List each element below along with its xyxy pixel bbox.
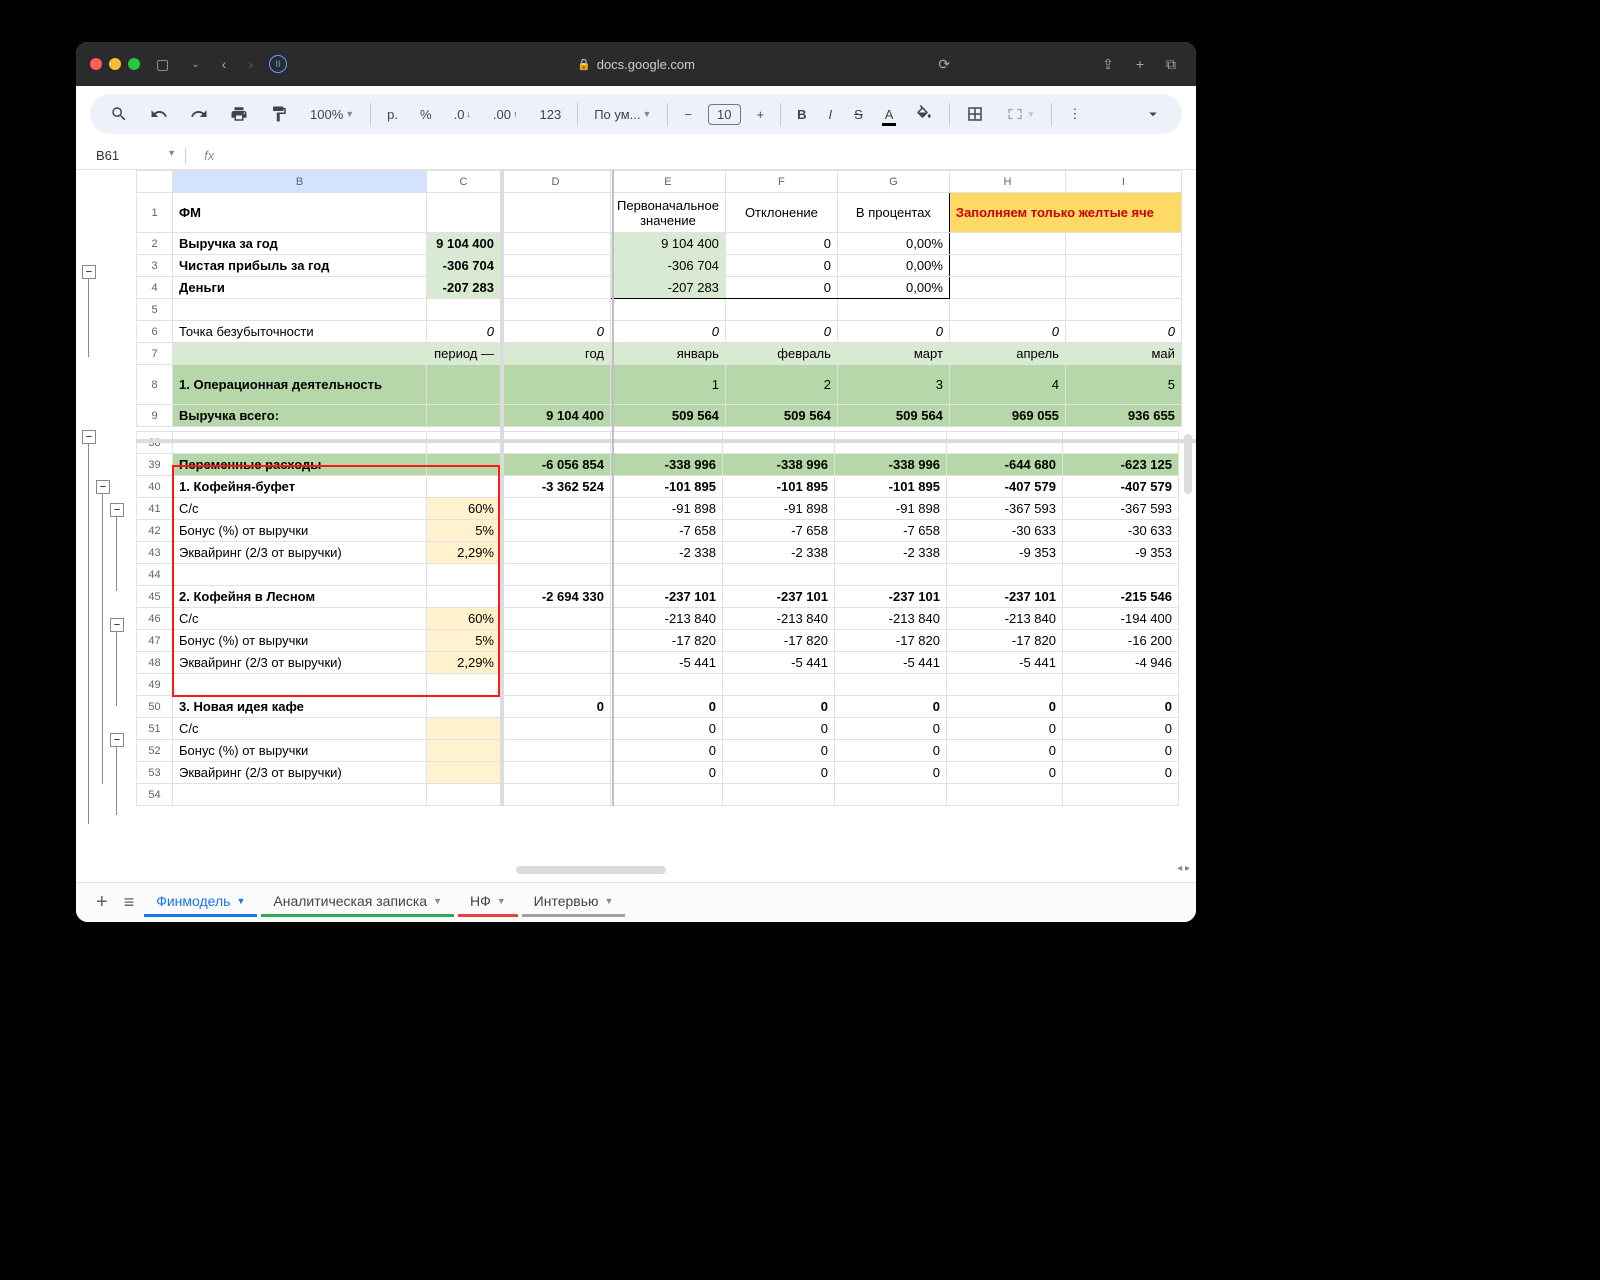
tab-interview[interactable]: Интервью▼ <box>522 885 626 920</box>
row-49[interactable]: 49 <box>137 674 1179 696</box>
share-icon[interactable]: ⇪ <box>1096 56 1120 73</box>
row-42[interactable]: 42Бонус (%) от выручки5%-7 658-7 658-7 6… <box>137 520 1179 542</box>
redo-button[interactable] <box>184 101 214 127</box>
row-6[interactable]: 6Точка безубыточности0000000 <box>137 321 1182 343</box>
row-group-split <box>136 439 1196 443</box>
add-sheet-button[interactable]: + <box>90 887 114 918</box>
row-51[interactable]: 51С/с00000 <box>137 718 1179 740</box>
row-4[interactable]: 4Деньги-207 283-207 28300,00% <box>137 277 1182 299</box>
increase-font-button[interactable]: + <box>751 103 771 126</box>
vertical-scrollbar[interactable] <box>1184 434 1192 494</box>
fill-color-button[interactable] <box>909 101 939 127</box>
maximize-window-button[interactable] <box>128 58 140 70</box>
lock-icon: 🔒 <box>577 58 591 71</box>
more-button[interactable]: ⋮ <box>1062 102 1087 126</box>
browser-titlebar: ▢ ⌄ ‹ › II 🔒 docs.google.com ⟳ ⇪ + ⧉ <box>76 42 1196 86</box>
row-54[interactable]: 54 <box>137 784 1179 806</box>
outline-toggle[interactable]: − <box>82 265 96 279</box>
tab-finmodel[interactable]: Финмодель▼ <box>144 885 257 920</box>
forward-button[interactable]: › <box>242 56 259 72</box>
freeze-line-vertical[interactable] <box>500 170 504 806</box>
browser-window: ▢ ⌄ ‹ › II 🔒 docs.google.com ⟳ ⇪ + ⧉ 100… <box>76 42 1196 922</box>
zoom-dropdown[interactable]: 100% ▼ <box>304 103 360 126</box>
increase-decimal-button[interactable]: .00↑ <box>487 103 524 126</box>
grid[interactable]: BCDEFGHI 1 ФМ Первоначальное значение От… <box>136 170 1196 806</box>
row-5[interactable]: 5 <box>137 299 1182 321</box>
row-48[interactable]: 48Эквайринг (2/3 от выручки)2,29%-5 441-… <box>137 652 1179 674</box>
outline-toggle[interactable]: − <box>110 503 124 517</box>
scroll-arrows[interactable]: ◂ ▸ <box>1177 863 1190 874</box>
row-53[interactable]: 53Эквайринг (2/3 от выручки)00000 <box>137 762 1179 784</box>
row-40[interactable]: 401. Кофейня-буфет-3 362 524-101 895-101… <box>137 476 1179 498</box>
italic-button[interactable]: I <box>822 103 838 126</box>
address-bar[interactable]: 🔒 docs.google.com <box>577 57 695 72</box>
font-size-input[interactable]: 10 <box>708 104 740 125</box>
search-button[interactable] <box>104 101 134 127</box>
column-split <box>612 170 614 806</box>
row-3[interactable]: 3Чистая прибыль за год-306 704-306 70400… <box>137 255 1182 277</box>
window-controls <box>90 58 140 70</box>
percent-button[interactable]: % <box>414 103 438 126</box>
row-43[interactable]: 43Эквайринг (2/3 от выручки)2,29%-2 338-… <box>137 542 1179 564</box>
row-7[interactable]: 7период —годянварьфевральмартапрельмай <box>137 343 1182 365</box>
url-text: docs.google.com <box>597 57 695 72</box>
chevron-down-icon[interactable]: ⌄ <box>185 59 205 70</box>
bold-button[interactable]: B <box>791 103 812 126</box>
shield-icon[interactable]: II <box>269 55 287 73</box>
name-box[interactable]: B61 ▼ <box>90 146 182 165</box>
row-8[interactable]: 81. Операционная деятельность12345 <box>137 365 1182 405</box>
tab-analytical-note[interactable]: Аналитическая записка▼ <box>261 885 454 920</box>
number-format-button[interactable]: 123 <box>534 103 568 126</box>
formula-bar-row: B61 ▼ │ fx <box>76 142 1196 170</box>
fx-label: fx <box>204 148 214 163</box>
decrease-decimal-button[interactable]: .0↓ <box>448 103 477 126</box>
outline-toggle[interactable]: − <box>96 480 110 494</box>
row-50[interactable]: 503. Новая идея кафе000000 <box>137 696 1179 718</box>
sidebar-toggle-icon[interactable]: ▢ <box>150 56 175 73</box>
strikethrough-button[interactable]: S <box>848 103 869 126</box>
row-52[interactable]: 52Бонус (%) от выручки00000 <box>137 740 1179 762</box>
collapse-toolbar-button[interactable] <box>1138 101 1168 127</box>
tab-nf[interactable]: НФ▼ <box>458 885 518 920</box>
sheets-toolbar-wrap: 100% ▼ р. % .0↓ .00↑ 123 По ум... ▼ − 10… <box>76 86 1196 142</box>
tabs-overview-icon[interactable]: ⧉ <box>1160 56 1182 73</box>
row-44[interactable]: 44 <box>137 564 1179 586</box>
outline-toggle[interactable]: − <box>110 733 124 747</box>
row-9[interactable]: 9Выручка всего:9 104 400509 564509 56450… <box>137 405 1182 427</box>
column-headers[interactable]: BCDEFGHI <box>137 171 1182 193</box>
currency-button[interactable]: р. <box>381 103 404 126</box>
back-button[interactable]: ‹ <box>216 56 233 72</box>
row-1[interactable]: 1 ФМ Первоначальное значение Отклонение … <box>137 193 1182 233</box>
minimize-window-button[interactable] <box>109 58 121 70</box>
reload-button[interactable]: ⟳ <box>932 56 956 73</box>
row-39[interactable]: 39Переменные расходы-6 056 854-338 996-3… <box>137 454 1179 476</box>
horizontal-scrollbar[interactable] <box>516 866 666 874</box>
close-window-button[interactable] <box>90 58 102 70</box>
font-family-dropdown[interactable]: По ум... ▼ <box>588 103 657 126</box>
row-47[interactable]: 47Бонус (%) от выручки5%-17 820-17 820-1… <box>137 630 1179 652</box>
row-41[interactable]: 41С/с60%-91 898-91 898-91 898-367 593-36… <box>137 498 1179 520</box>
sheet-tab-bar: + ≡ Финмодель▼ Аналитическая записка▼ НФ… <box>76 882 1196 922</box>
all-sheets-button[interactable]: ≡ <box>118 888 141 917</box>
print-button[interactable] <box>224 101 254 127</box>
sheet-area: − − − − − − BCDEFGHI 1 <box>76 170 1196 920</box>
text-color-button[interactable]: A <box>879 103 900 126</box>
row-46[interactable]: 46С/с60%-213 840-213 840-213 840-213 840… <box>137 608 1179 630</box>
borders-button[interactable] <box>960 101 990 127</box>
row-2[interactable]: 2Выручка за год9 104 4009 104 40000,00% <box>137 233 1182 255</box>
outline-gutter: − − − − − − <box>76 170 136 920</box>
outline-toggle[interactable]: − <box>82 430 96 444</box>
new-tab-button[interactable]: + <box>1130 56 1150 72</box>
undo-button[interactable] <box>144 101 174 127</box>
outline-toggle[interactable]: − <box>110 618 124 632</box>
merge-button[interactable]: ▼ <box>1000 101 1041 127</box>
row-45[interactable]: 452. Кофейня в Лесном-2 694 330-237 101-… <box>137 586 1179 608</box>
paint-format-button[interactable] <box>264 101 294 127</box>
sheets-toolbar: 100% ▼ р. % .0↓ .00↑ 123 По ум... ▼ − 10… <box>90 94 1182 134</box>
decrease-font-button[interactable]: − <box>678 103 698 126</box>
